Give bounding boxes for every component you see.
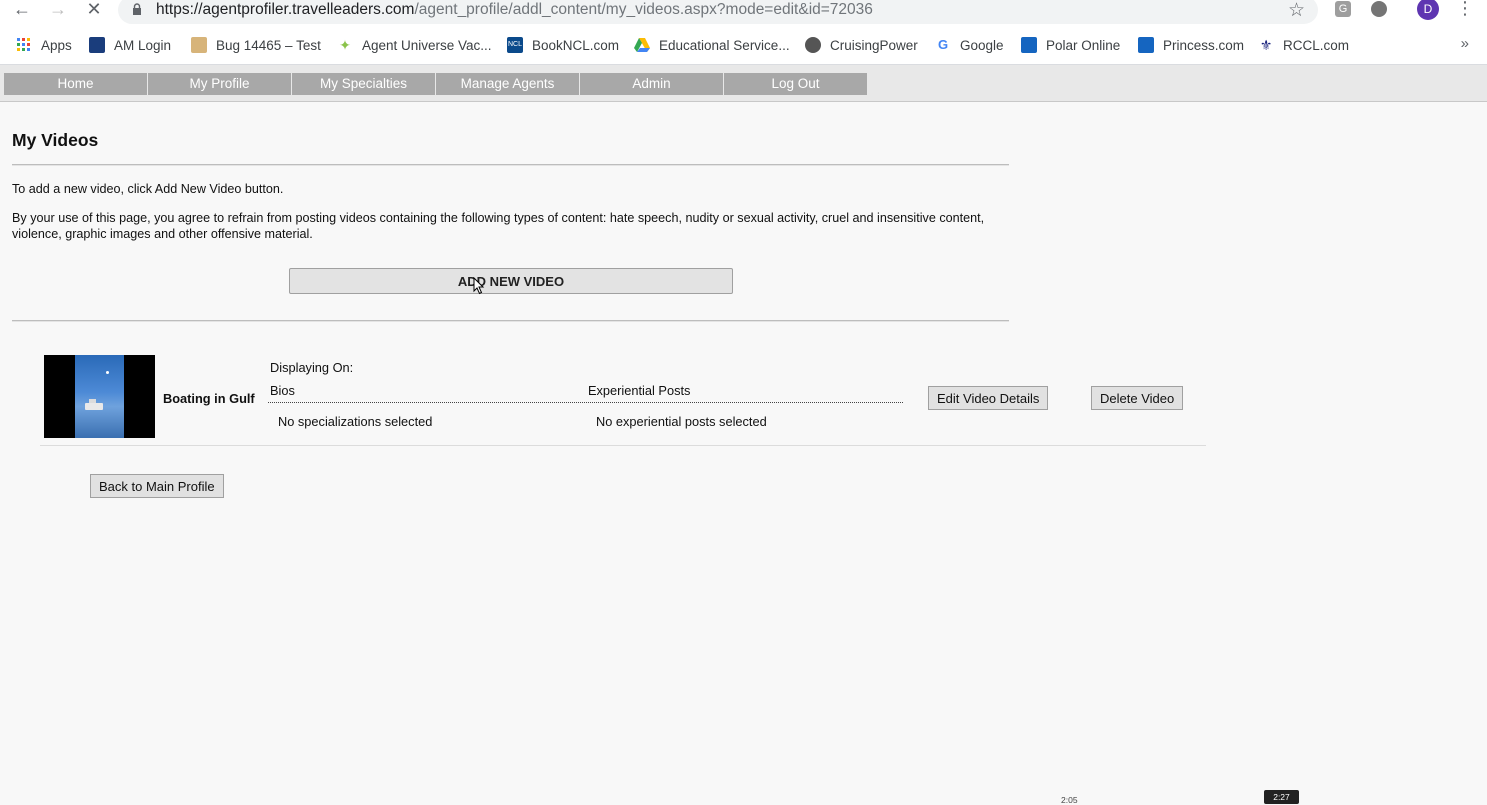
nav-tab-home[interactable]: Home: [4, 73, 147, 95]
nav-tab-log-out[interactable]: Log Out: [724, 73, 867, 95]
bookmark-label: Educational Service...: [659, 37, 790, 53]
bookmarks-overflow-icon[interactable]: »: [1461, 35, 1469, 52]
mouse-cursor-icon: [473, 277, 485, 295]
displaying-on-label: Displaying On:: [270, 360, 354, 375]
bookmark-rccl[interactable]: ⚜ RCCL.com: [1258, 36, 1349, 54]
forward-arrow-icon[interactable]: →: [47, 0, 69, 20]
add-new-video-button[interactable]: ADD NEW VIDEO: [289, 268, 733, 294]
delete-video-button[interactable]: Delete Video: [1091, 386, 1184, 410]
bookmark-label: Polar Online: [1046, 37, 1121, 53]
lock-icon: [133, 3, 141, 15]
video-thumbnail[interactable]: [44, 355, 155, 438]
header-dotted-divider: [268, 402, 903, 403]
timestamp-hover: 2:27: [1264, 790, 1299, 804]
moon-dot: [106, 371, 109, 374]
video-row-divider: [40, 445, 1206, 446]
video-frame: [75, 355, 124, 438]
profile-avatar[interactable]: D: [1417, 0, 1439, 20]
stop-loading-icon[interactable]: ✕: [83, 0, 105, 20]
am-login-icon: [89, 37, 105, 53]
instruction-text: To add a new video, click Add New Video …: [12, 182, 284, 196]
back-to-main-profile-button[interactable]: Back to Main Profile: [90, 474, 224, 498]
browser-menu-icon[interactable]: ⋮: [1456, 0, 1474, 19]
bookmark-educational-service[interactable]: Educational Service...: [634, 36, 790, 54]
nav-tab-my-specialties[interactable]: My Specialties: [292, 73, 435, 95]
bookmark-am-login[interactable]: AM Login: [89, 36, 171, 54]
apps-grid-icon: [16, 37, 32, 53]
rccl-icon: ⚜: [1259, 37, 1273, 53]
nav-tab-my-profile[interactable]: My Profile: [148, 73, 291, 95]
bookmark-label: Apps: [41, 37, 72, 53]
globe-icon: [805, 37, 821, 53]
bookmark-bookncl[interactable]: NCL BookNCL.com: [507, 36, 619, 54]
ncl-icon: NCL: [507, 37, 523, 53]
browser-toolbar: ← → ✕ https://agentprofiler.travelleader…: [0, 0, 1487, 26]
bug-icon: [191, 37, 207, 53]
edit-video-details-button[interactable]: Edit Video Details: [928, 386, 1049, 410]
nav-tab-manage-agents[interactable]: Manage Agents: [436, 73, 579, 95]
bookmark-apps[interactable]: Apps: [16, 36, 72, 54]
url-text: https://agentprofiler.travelleaders.com/…: [156, 1, 873, 19]
bios-column-header: Bios: [270, 383, 295, 398]
experiential-posts-value: No experiential posts selected: [596, 414, 767, 429]
nav-tab-admin[interactable]: Admin: [580, 73, 723, 95]
bookmark-cruisingpower[interactable]: CruisingPower: [805, 36, 918, 54]
bookmark-bug-14465[interactable]: Bug 14465 – Test: [191, 36, 321, 54]
princess-icon: [1138, 37, 1154, 53]
url-path: /agent_profile/addl_content/my_videos.as…: [414, 1, 873, 18]
google-icon: G: [937, 37, 949, 52]
address-bar[interactable]: https://agentprofiler.travelleaders.com/…: [118, 0, 1318, 24]
url-host: https://agentprofiler.travelleaders.com: [156, 1, 415, 18]
extension-g-icon[interactable]: G: [1335, 1, 1351, 17]
bookmark-label: Google: [960, 37, 1004, 53]
polar-icon: [1021, 37, 1037, 53]
bios-value: No specializations selected: [278, 414, 433, 429]
bookmark-google[interactable]: G Google: [935, 36, 1004, 54]
bookmark-label: Agent Universe Vac...: [362, 37, 492, 53]
divider-middle: [12, 320, 1009, 322]
bookmark-label: CruisingPower: [830, 37, 918, 53]
bookmark-label: Bug 14465 – Test: [216, 37, 321, 53]
divider-top: [12, 164, 1009, 166]
bookmark-label: AM Login: [114, 37, 172, 53]
google-drive-icon: [634, 37, 650, 53]
bookmark-star-icon[interactable]: ☆: [1288, 0, 1305, 22]
bookmark-agent-universe[interactable]: ✦ Agent Universe Vac...: [337, 36, 492, 54]
bookmark-label: Princess.com: [1163, 37, 1245, 53]
bookmark-polar-online[interactable]: Polar Online: [1021, 36, 1120, 54]
bookmark-label: RCCL.com: [1283, 37, 1350, 53]
bookmark-label: BookNCL.com: [532, 37, 620, 53]
back-arrow-icon[interactable]: ←: [11, 0, 33, 20]
page-title: My Videos: [12, 130, 99, 150]
star-burst-icon: ✦: [339, 37, 351, 53]
boat-hull: [85, 403, 103, 410]
agreement-text: By your use of this page, you agree to r…: [12, 211, 985, 241]
bookmarks-bar: Apps AM Login Bug 14465 – Test ✦ Agent U…: [0, 26, 1487, 65]
extension-circle-icon[interactable]: [1371, 1, 1387, 17]
bookmark-princess[interactable]: Princess.com: [1138, 36, 1244, 54]
video-title: Boating in Gulf: [163, 391, 255, 406]
experiential-posts-column-header: Experiential Posts: [588, 383, 691, 398]
site-navigation: Home My Profile My Specialties Manage Ag…: [0, 65, 1487, 102]
